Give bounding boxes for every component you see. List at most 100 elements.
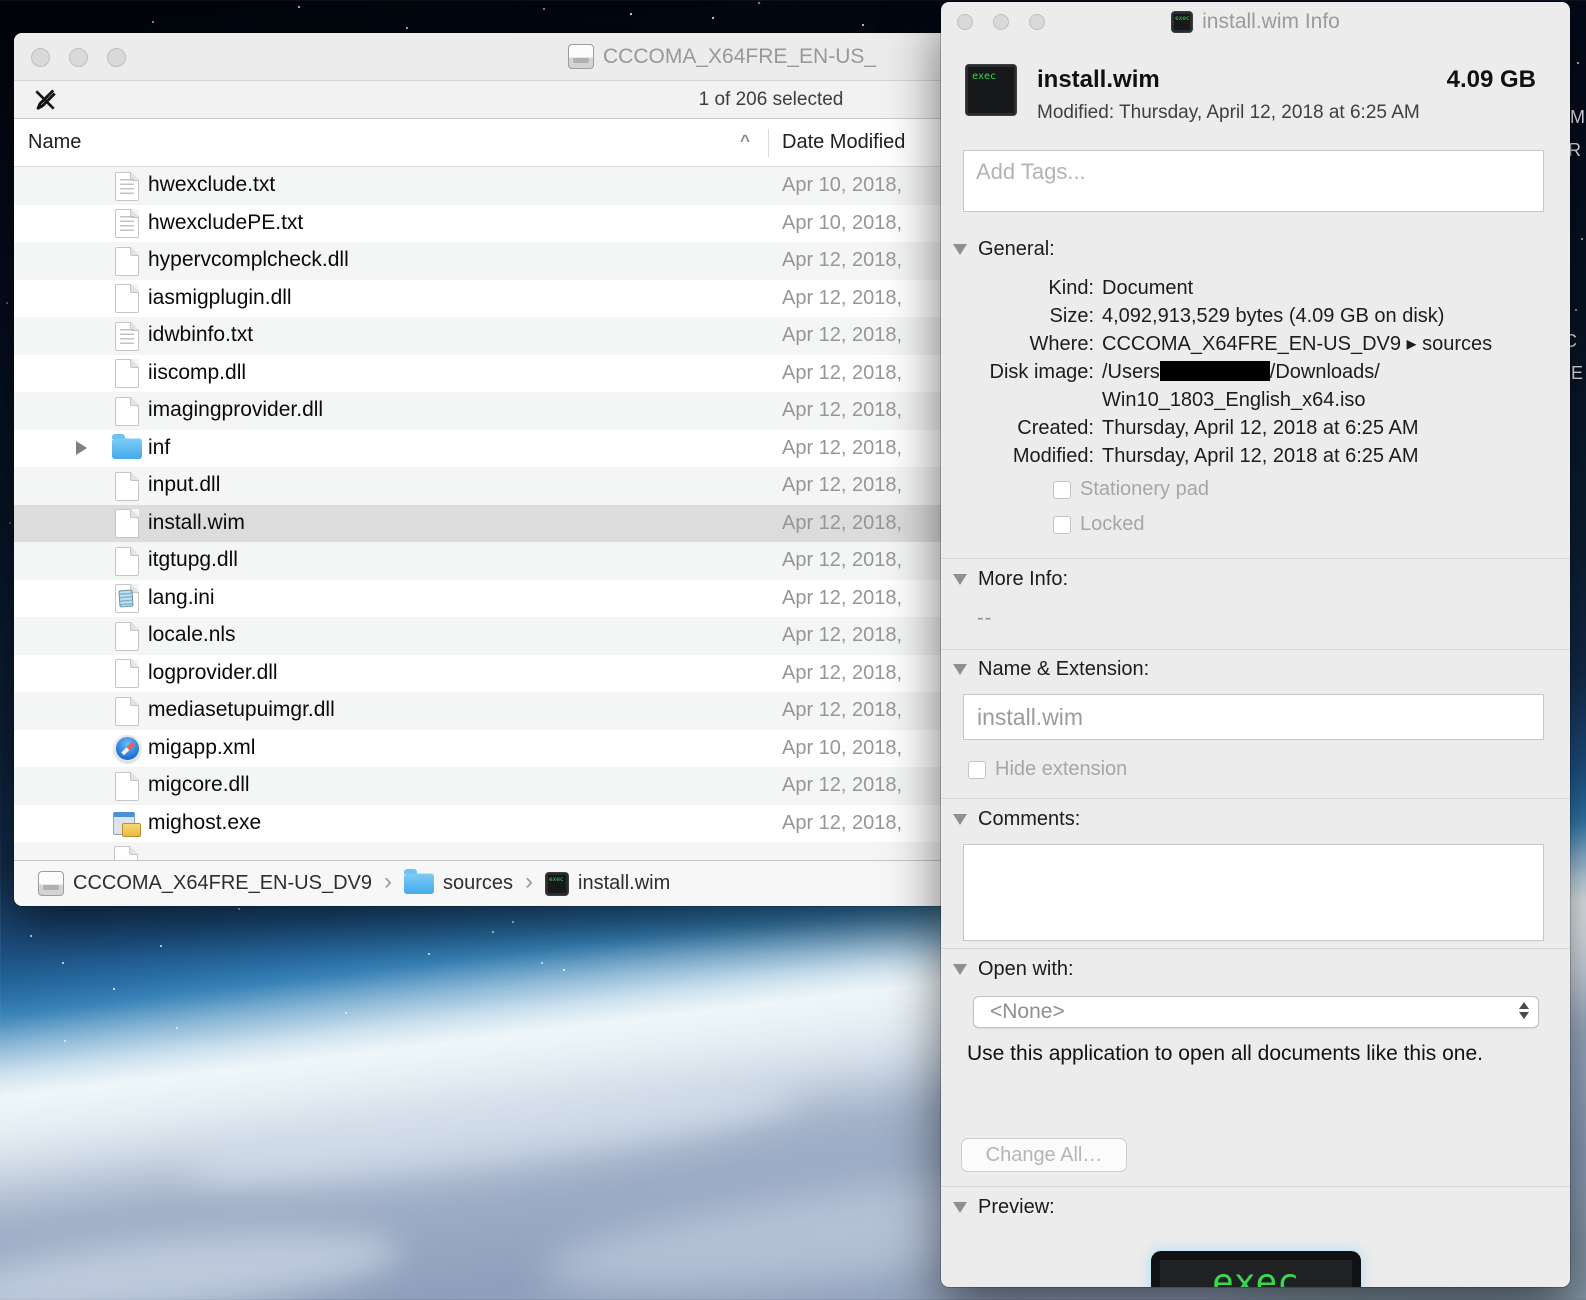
file-name: hypervcomplcheck.dll [148,248,349,271]
size-label: Size: [1049,305,1094,327]
file-row[interactable]: mediasetupuimgr.dll Apr 12, 2018, [14,692,955,730]
file-row[interactable]: hypervcomplcheck.dll Apr 12, 2018, [14,242,955,280]
section-open-with[interactable]: Open with: [953,958,1074,981]
file-row[interactable]: logprovider.dll Apr 12, 2018, [14,655,955,693]
desktop-label-fragment: R [1568,140,1582,160]
file-name: locale.nls [148,623,236,646]
stationery-pad-checkbox[interactable] [1053,480,1071,499]
wallpaper-stars [0,0,2,2]
file-date: Apr 10, 2018, [782,174,903,196]
file-date: Apr 12, 2018, [782,811,903,834]
file-row[interactable]: hwexcludePE.txt Apr 10, 2018, [14,205,955,243]
file-row[interactable]: itgtupg.dll Apr 12, 2018, [14,542,955,580]
volume-icon [568,44,594,69]
tags-input[interactable] [963,150,1544,212]
info-titlebar[interactable]: exec install.wim Info [941,2,1570,42]
file-row[interactable]: idwbinfo.txt Apr 12, 2018, [14,317,955,355]
created-value: Thursday, April 12, 2018 at 6:25 AM [1102,417,1419,439]
section-preview[interactable]: Preview: [953,1196,1055,1219]
file-name: install.wim [148,510,245,534]
file-date: Apr 12, 2018, [782,774,903,796]
file-row[interactable]: hwexclude.txt Apr 10, 2018, [14,167,955,205]
file-row[interactable]: install.wim Apr 12, 2018, [14,504,955,542]
file-date: Apr 12, 2018, [782,586,903,609]
file-row[interactable]: migapp.xml Apr 10, 2018, [14,730,955,768]
comments-input[interactable] [963,844,1544,941]
file-row[interactable]: imagingprovider.dll Apr 12, 2018, [14,392,955,430]
xml-icon [113,735,141,762]
file-date: Apr 12, 2018, [782,624,903,646]
txt-icon [115,171,139,201]
locked-row: Locked [1053,513,1145,536]
path-bar: CCCOMA_X64FRE_EN-US_DV9 › sources › exec inst… [14,860,955,906]
general-details: Kind: Document Size: 4,092,913,529 bytes… [941,274,1541,470]
get-info-panel: exec install.wim Info exec install.wim 4… [941,2,1570,1287]
column-header-name[interactable]: Name [28,131,81,154]
document-icon [114,846,138,860]
minimize-button[interactable] [69,48,88,67]
modified-value: Thursday, April 12, 2018 at 6:25 AM [1102,445,1419,467]
desktop-label-fragment: E [1571,363,1585,383]
where-value: CCCOMA_X64FRE_EN-US_DV9 ▸ sources [1102,333,1493,355]
path-separator-icon: › [383,868,392,895]
file-row[interactable]: mighost.exe Apr 12, 2018, [14,805,955,843]
file-date: Apr 12, 2018, [782,474,903,496]
disclosure-triangle-icon[interactable] [76,440,87,455]
disclosure-triangle-icon[interactable] [953,574,967,585]
open-with-dropdown[interactable]: <None> [973,996,1539,1028]
file-row[interactable]: input.dll Apr 12, 2018, [14,467,955,505]
file-name: mighost.exe [148,810,262,834]
section-divider [941,558,1570,559]
column-header-date[interactable]: Date Modified [782,131,905,154]
preview-thumbnail: exec [1150,1251,1361,1287]
path-item[interactable]: exec install.wim [545,871,670,896]
sort-ascending-icon[interactable]: ^ [740,131,750,151]
column-divider[interactable] [768,129,769,157]
file-name: hwexcludePE.txt [148,210,304,234]
close-button[interactable] [31,48,50,67]
section-divider [941,948,1570,949]
disclosure-triangle-icon[interactable] [953,664,967,675]
doc-icon [115,659,139,688]
column-headers: Name ^ Date Modified [14,119,955,167]
disclosure-triangle-icon[interactable] [953,1202,967,1213]
file-date: Apr 12, 2018, [782,436,903,459]
open-with-description: Use this application to open all documen… [967,1042,1483,1065]
file-row[interactable]: migcore.dll Apr 12, 2018, [14,767,955,805]
section-comments[interactable]: Comments: [953,808,1080,831]
doc-icon [115,696,139,726]
info-file-size: 4.09 GB [1446,66,1536,93]
doc-icon [115,359,139,388]
section-name-extension[interactable]: Name & Extension: [953,658,1149,681]
change-all-button[interactable]: Change All… [961,1138,1127,1172]
filename-input[interactable] [963,694,1544,740]
file-name: idwbinfo.txt [148,323,254,346]
finder-toolbar: 1 of 206 selected [14,81,955,119]
locked-checkbox[interactable] [1053,515,1071,534]
path-item[interactable]: sources [403,869,513,895]
file-row[interactable]: lang.ini Apr 12, 2018, [14,580,955,618]
edit-disabled-icon[interactable] [32,87,58,118]
disclosure-triangle-icon[interactable] [953,244,967,255]
file-list: hwexclude.txt Apr 10, 2018, hwexcludePE.… [14,167,955,842]
disk-icon [38,871,64,896]
path-item[interactable]: CCCOMA_X64FRE_EN-US_DV9 [38,871,372,896]
disclosure-triangle-icon[interactable] [953,964,967,975]
file-row[interactable]: iiscomp.dll Apr 12, 2018, [14,355,955,393]
doc-icon [115,621,139,651]
section-more-info[interactable]: More Info: [953,568,1068,591]
status-text: 1 of 206 selected [698,89,844,110]
disclosure-triangle-icon[interactable] [953,814,967,825]
hide-extension-row: Hide extension [968,758,1127,781]
hide-extension-checkbox[interactable] [968,760,986,779]
file-row[interactable]: locale.nls Apr 12, 2018, [14,617,955,655]
stationery-pad-row: Stationery pad [1053,478,1209,501]
file-date: Apr 10, 2018, [782,736,903,759]
file-name: mediasetupuimgr.dll [148,698,335,721]
section-general[interactable]: General: [953,238,1055,261]
kind-value: Document [1102,277,1194,299]
file-row[interactable]: iasmigplugin.dll Apr 12, 2018, [14,280,955,318]
file-row[interactable]: inf Apr 12, 2018, [14,430,955,468]
zoom-button[interactable] [107,48,126,67]
finder-titlebar[interactable]: CCCOMA_X64FRE_EN-US_ [14,33,955,81]
